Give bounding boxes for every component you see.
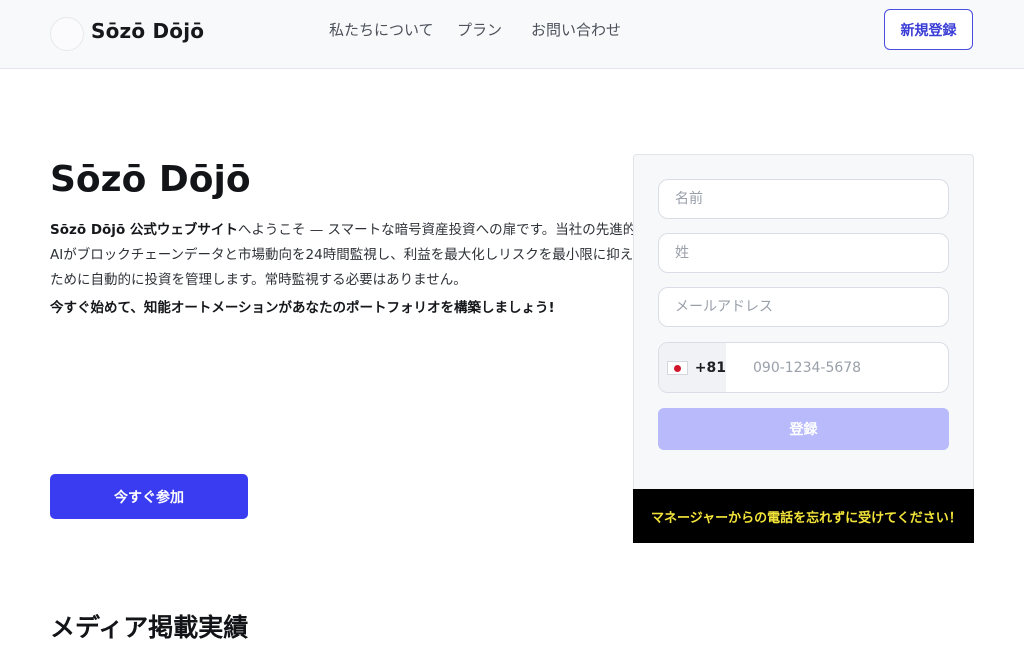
nav-link-about[interactable]: 私たちについて [329,20,434,40]
phone-input[interactable] [737,343,947,392]
signup-button[interactable]: 新規登録 [884,9,973,50]
country-code-selector[interactable]: +81 [659,343,726,392]
last-name-input[interactable] [658,233,949,273]
phone-field: +81 [658,342,949,393]
dial-code: +81 [694,359,726,376]
japan-flag-icon [667,360,688,375]
nav-link-plans[interactable]: プラン [457,20,502,40]
first-name-input[interactable] [658,179,949,219]
nav-link-contact[interactable]: お問い合わせ [531,20,621,40]
registration-form: +81 登録 [633,154,974,490]
brand-name[interactable]: Sōzō Dōjō [91,18,204,44]
hero-description-brand: Sōzō Dōjō 公式ウェブサイト [50,222,238,238]
hero-description: Sōzō Dōjō 公式ウェブサイトへようこそ — スマートな暗号資産投資への扉… [50,218,650,290]
hero-cta-text: 今すぐ始めて、知能オートメーションがあなたのポートフォリオを構築しましょう! [50,300,555,316]
site-header: Sōzō Dōjō 私たちについて プラン お問い合わせ 新規登録 [0,0,1024,69]
brand-logo-icon[interactable] [50,17,84,51]
email-input[interactable] [658,287,949,327]
media-section-heading: メディア掲載実績 [50,613,249,642]
hero-title: Sōzō Dōjō [50,159,251,200]
register-submit-button[interactable]: 登録 [658,408,949,450]
manager-call-notice: マネージャーからの電話を忘れずに受けてください！ [633,489,974,543]
join-now-button[interactable]: 今すぐ参加 [50,474,248,519]
